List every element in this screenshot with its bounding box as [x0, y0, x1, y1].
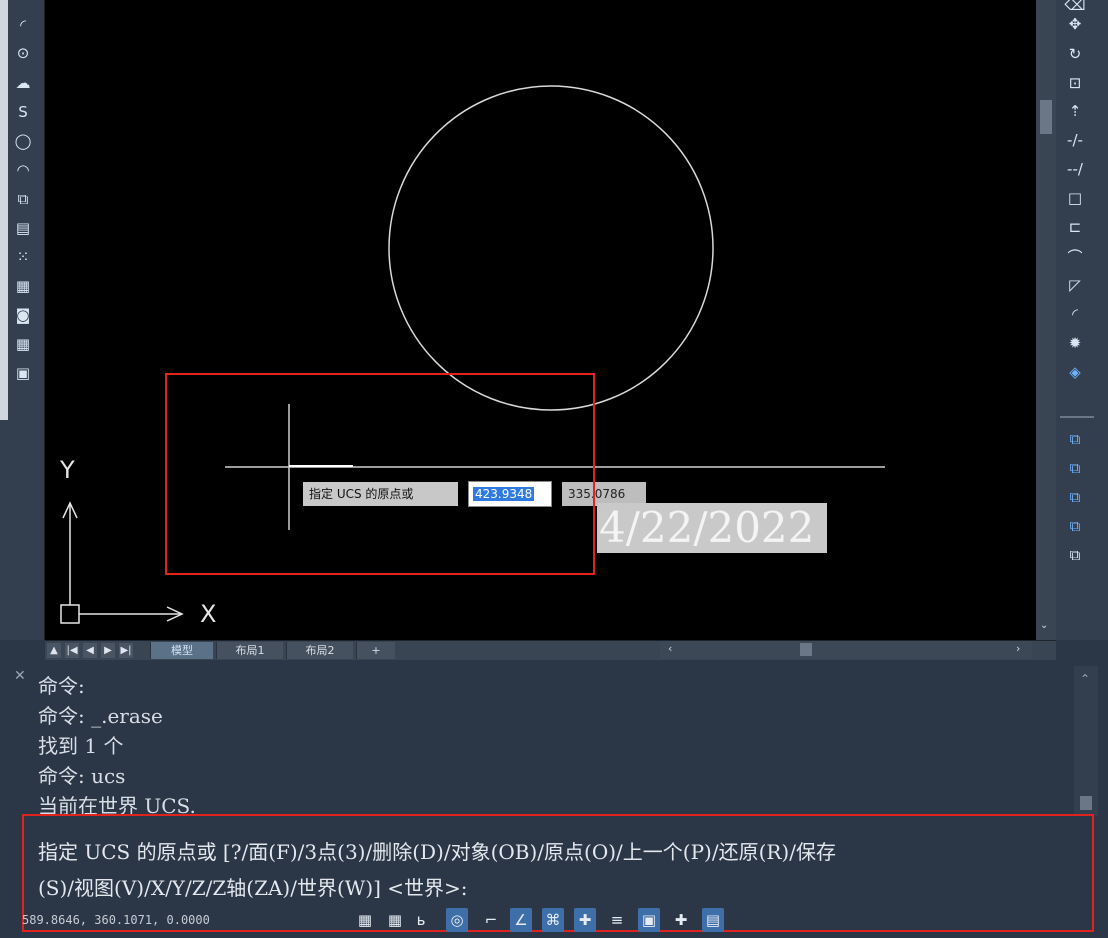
circle-center-icon[interactable]: ⊙: [12, 42, 34, 64]
tab-nav-next-icon[interactable]: ▶: [101, 643, 115, 658]
trim-icon[interactable]: -/-: [1064, 129, 1086, 151]
command-history-line: 命令:: [38, 674, 85, 698]
draworder-under-icon[interactable]: ⧉: [1064, 515, 1086, 537]
hatch-icon[interactable]: ▦: [12, 275, 34, 297]
scale-icon[interactable]: ⊡: [1064, 72, 1086, 94]
ucs-origin-box: [60, 604, 80, 624]
properties-icon[interactable]: ◈: [1064, 361, 1086, 383]
tab-nav-first-icon[interactable]: |◀: [65, 643, 79, 658]
vertical-scrollbar[interactable]: ⌄: [1036, 0, 1056, 640]
tab-nav-last-icon[interactable]: ▶|: [119, 643, 133, 658]
grid-icon[interactable]: ▦: [354, 908, 376, 932]
ellipse-icon[interactable]: ◯: [12, 130, 34, 152]
infer-icon[interactable]: ь: [410, 908, 432, 932]
tab-layout1[interactable]: 布局1: [216, 642, 283, 659]
fillet-icon[interactable]: ◜: [1064, 303, 1086, 325]
table-icon[interactable]: ▦: [12, 333, 34, 355]
horizontal-scrollbar[interactable]: ‹ ›: [660, 641, 1032, 658]
scroll-down-icon[interactable]: ⌄: [1040, 620, 1048, 631]
lineweight-icon[interactable]: ≡: [606, 908, 628, 932]
close-icon[interactable]: ✕: [14, 668, 26, 684]
command-scroll-up-icon[interactable]: ⌃: [1080, 672, 1090, 686]
region-icon[interactable]: ◙: [12, 304, 34, 326]
tab-nav-up-icon[interactable]: ▲: [47, 643, 61, 658]
ellipse-arc-icon[interactable]: ◠: [12, 159, 34, 181]
annotation-icon[interactable]: ▤: [702, 908, 724, 932]
tab-add[interactable]: +: [356, 642, 395, 659]
tab-model[interactable]: 模型: [150, 642, 213, 659]
command-scrollbar[interactable]: ⌃: [1074, 666, 1098, 816]
command-history-line: 命令: _.erase: [38, 704, 163, 728]
osnap-icon[interactable]: ∠: [510, 908, 532, 932]
snap-icon[interactable]: ▦: [384, 908, 406, 932]
command-history-line: 找到 1 个: [38, 734, 124, 758]
rotate-icon[interactable]: ↻: [1064, 43, 1086, 65]
extend-icon[interactable]: --/: [1064, 158, 1086, 180]
point-icon[interactable]: ⁙: [12, 246, 34, 268]
polar-icon[interactable]: ◎: [446, 908, 468, 932]
date-watermark: 4/22/2022: [597, 503, 827, 553]
tab-layout2[interactable]: 布局2: [286, 642, 353, 659]
draworder-above-icon[interactable]: ⧉: [1064, 486, 1086, 508]
command-scroll-thumb[interactable]: [1080, 796, 1092, 810]
copy-prop-icon[interactable]: ⧉: [1064, 544, 1086, 566]
otrack-icon[interactable]: ⌘: [542, 908, 564, 932]
make-block-icon[interactable]: ▤: [12, 217, 34, 239]
join-icon[interactable]: ⌒: [1064, 245, 1086, 267]
ortho-icon[interactable]: ⌐: [480, 908, 502, 932]
explode-icon[interactable]: ✹: [1064, 332, 1086, 354]
draworder-back-icon[interactable]: ⧉: [1064, 457, 1086, 479]
command-history-line: 命令: ucs: [38, 764, 126, 788]
toolbar-divider: [1060, 416, 1094, 418]
cloud-icon[interactable]: ☁: [12, 72, 34, 94]
spline-icon[interactable]: S: [12, 101, 34, 123]
break-at-point-icon[interactable]: ⊏: [1064, 216, 1086, 238]
draworder-front-icon[interactable]: ⧉: [1064, 428, 1086, 450]
stretch-icon[interactable]: ⇡: [1064, 100, 1086, 122]
insert-block-icon[interactable]: ⧉: [12, 188, 34, 210]
scroll-left-icon[interactable]: ‹: [668, 642, 672, 655]
move-icon[interactable]: ✥: [1064, 13, 1086, 35]
status-coordinates: 589.8646, 360.1071, 0.0000: [22, 913, 210, 927]
highlight-box-tooltip: [165, 373, 595, 575]
scroll-right-icon[interactable]: ›: [1016, 642, 1020, 655]
transparency-icon[interactable]: ▣: [638, 908, 660, 932]
toolbar-edge: [0, 0, 8, 420]
chamfer-icon[interactable]: ◸: [1064, 274, 1086, 296]
ucs-y-label: Y: [60, 456, 75, 484]
ucs-x-label: X: [200, 600, 217, 628]
arc-icon[interactable]: ◜: [12, 14, 34, 36]
mtext-icon[interactable]: ▣: [12, 362, 34, 384]
vertical-scroll-thumb[interactable]: [1040, 100, 1052, 134]
selection-cycle-icon[interactable]: ✚: [670, 908, 692, 932]
dynucs-icon[interactable]: ✚: [574, 908, 596, 932]
tab-nav-prev-icon[interactable]: ◀: [83, 643, 97, 658]
horizontal-scroll-thumb[interactable]: [800, 643, 812, 656]
break-icon[interactable]: □: [1064, 187, 1086, 209]
circle-entity: [388, 85, 714, 411]
